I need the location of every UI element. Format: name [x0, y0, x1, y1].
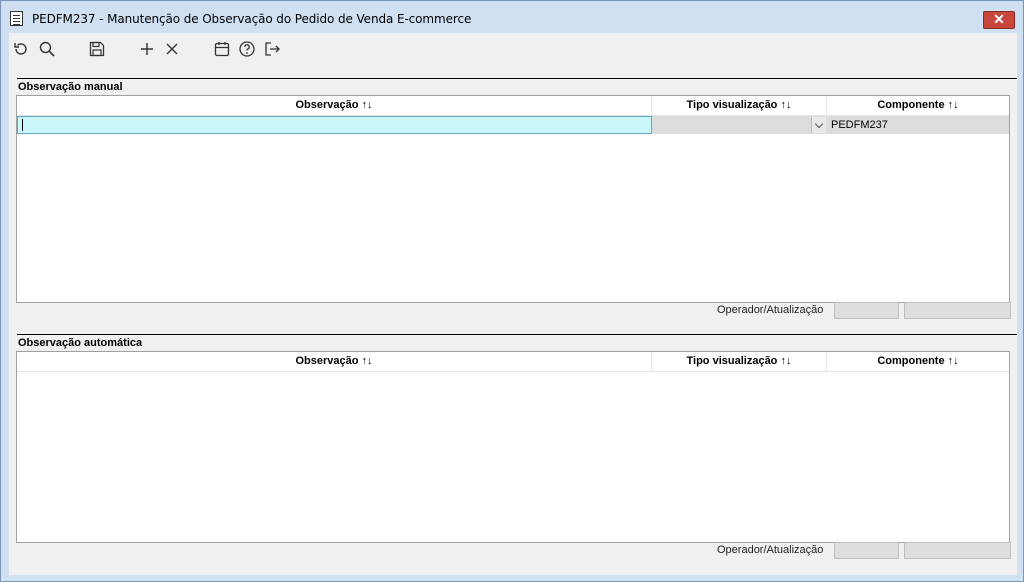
observacao-input[interactable]: [17, 116, 652, 134]
operador-label: Operador/Atualização: [717, 544, 824, 556]
delete-icon[interactable]: [162, 39, 182, 59]
column-header-tipo[interactable]: Tipo visualização ↑↓: [652, 352, 827, 372]
column-header-componente[interactable]: Componente ↑↓: [827, 96, 1009, 116]
atualizacao-field: [904, 542, 1011, 559]
add-icon[interactable]: [137, 39, 157, 59]
client-area: Observação manual Observação ↑↓ Tipo vis…: [9, 33, 1017, 575]
column-header-observacao[interactable]: Observação ↑↓: [17, 96, 652, 116]
help-icon[interactable]: [237, 39, 257, 59]
operador-field: [834, 302, 899, 319]
column-header-observacao[interactable]: Observação ↑↓: [17, 352, 652, 372]
document-icon: [10, 11, 23, 26]
operador-label: Operador/Atualização: [717, 304, 824, 316]
toolbar: [9, 33, 1017, 63]
window-title: PEDFM237 - Manutenção de Observação do P…: [32, 12, 472, 26]
tipo-visualizacao-select[interactable]: [652, 116, 827, 134]
manual-grid[interactable]: Observação ↑↓ Tipo visualização ↑↓ Compo…: [16, 95, 1010, 303]
auto-grid-header: Observação ↑↓ Tipo visualização ↑↓ Compo…: [17, 352, 1009, 372]
atualizacao-field: [904, 302, 1011, 319]
save-icon[interactable]: [87, 39, 107, 59]
table-row[interactable]: PEDFM237: [17, 116, 1009, 134]
calendar-icon[interactable]: [212, 39, 232, 59]
column-header-componente[interactable]: Componente ↑↓: [827, 352, 1009, 372]
close-button[interactable]: ✕: [983, 11, 1015, 29]
auto-grid[interactable]: Observação ↑↓ Tipo visualização ↑↓ Compo…: [16, 351, 1010, 543]
title-bar[interactable]: PEDFM237 - Manutenção de Observação do P…: [1, 1, 1023, 33]
column-header-tipo[interactable]: Tipo visualização ↑↓: [652, 96, 827, 116]
section-divider: [17, 334, 1017, 335]
auto-section-title: Observação automática: [18, 337, 143, 349]
refresh-icon[interactable]: [11, 39, 31, 59]
search-icon[interactable]: [37, 39, 57, 59]
text-caret: [22, 119, 23, 131]
exit-icon[interactable]: [262, 39, 282, 59]
operador-field: [834, 542, 899, 559]
manual-section-title: Observação manual: [18, 81, 123, 93]
componente-cell: PEDFM237: [827, 116, 1009, 134]
manual-grid-header: Observação ↑↓ Tipo visualização ↑↓ Compo…: [17, 96, 1009, 116]
app-window: PEDFM237 - Manutenção de Observação do P…: [0, 0, 1024, 582]
chevron-down-icon[interactable]: [811, 117, 826, 133]
section-divider: [17, 78, 1017, 79]
